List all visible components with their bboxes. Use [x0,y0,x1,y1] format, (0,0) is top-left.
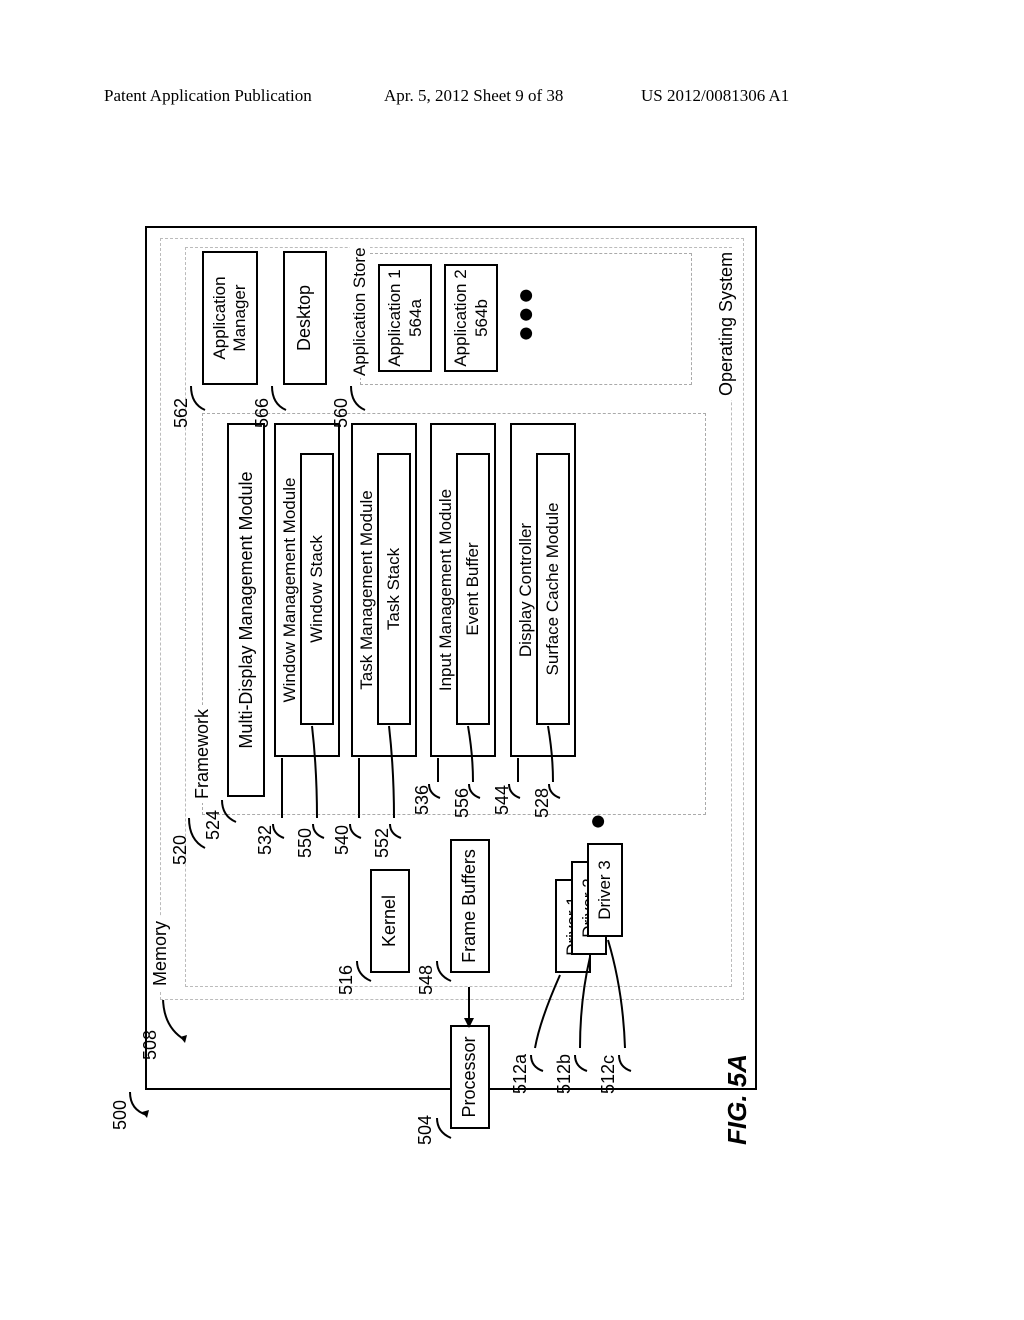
application-1-label: Application 1 [385,266,405,370]
application-manager-box: Application Manager [202,251,258,385]
figure-label: FIG. 5A [722,1054,753,1145]
application-2-label: Application 2 [451,266,471,370]
framework-label: Framework [192,705,213,803]
mdmm-box: Multi-Display Management Module [227,423,265,797]
wmm-label: Window Management Module [280,425,300,755]
tmm-label: Task Management Module [357,425,377,755]
kernel-label: Kernel [379,871,400,971]
ref-544: 544 [492,785,513,815]
header-left: Patent Application Publication [104,86,312,106]
ref-528: 528 [532,788,553,818]
application-1-box: Application 1 564a [378,264,432,372]
desktop-box: Desktop [283,251,327,385]
window-stack-label: Window Stack [307,455,327,723]
display-controller-label: Display Controller [516,425,536,755]
ref-524: 524 [203,810,224,840]
driver3-box: Driver 3 [587,843,623,937]
processor-label: Processor [459,1027,480,1127]
imm-label: Input Management Module [436,425,456,755]
ref-516: 516 [336,965,357,995]
application-store-label: Application Store [350,245,370,378]
ref-540: 540 [332,825,353,855]
application-1-num: 564a [406,266,426,370]
event-buffer-box: Event Buffer [456,453,490,725]
mdmm-label: Multi-Display Management Module [236,425,257,795]
header-right: US 2012/0081306 A1 [641,86,789,106]
ref-504: 504 [415,1115,436,1145]
ref-552: 552 [372,828,393,858]
surface-cache-box: Surface Cache Module [536,453,570,725]
ref-566: 566 [252,398,273,428]
operating-system-label: Operating System [716,248,737,400]
ref-536: 536 [412,785,433,815]
header-center: Apr. 5, 2012 Sheet 9 of 38 [384,86,563,106]
application-manager-label: Application Manager [210,253,250,383]
processor-box: Processor [450,1025,490,1129]
frame-buffers-label: Frame Buffers [459,841,480,971]
surface-cache-label: Surface Cache Module [543,455,563,723]
ref-548: 548 [416,965,437,995]
application-2-num: 564b [472,266,492,370]
task-stack-label: Task Stack [384,455,404,723]
ref-hook-504 [433,1110,455,1140]
applications-ellipsis: ●●● [510,285,542,342]
memory-label: Memory [150,917,171,990]
ref-512a: 512a [510,1054,531,1094]
driver3-label: Driver 3 [595,845,615,935]
event-buffer-label: Event Buffer [463,455,483,723]
ref-556: 556 [452,788,473,818]
ref-512b: 512b [554,1054,575,1094]
kernel-box: Kernel [370,869,410,973]
desktop-label: Desktop [294,253,315,383]
ref-508: 508 [140,1030,161,1060]
ref-532: 532 [255,825,276,855]
ref-562: 562 [171,398,192,428]
task-stack-box: Task Stack [377,453,411,725]
ref-550: 550 [295,828,316,858]
ref-560: 560 [331,398,352,428]
ref-520: 520 [170,835,191,865]
window-stack-box: Window Stack [300,453,334,725]
ref-500: 500 [110,1100,131,1130]
application-2-box: Application 2 564b [444,264,498,372]
ref-512c: 512c [598,1055,619,1094]
frame-buffers-box: Frame Buffers [450,839,490,973]
